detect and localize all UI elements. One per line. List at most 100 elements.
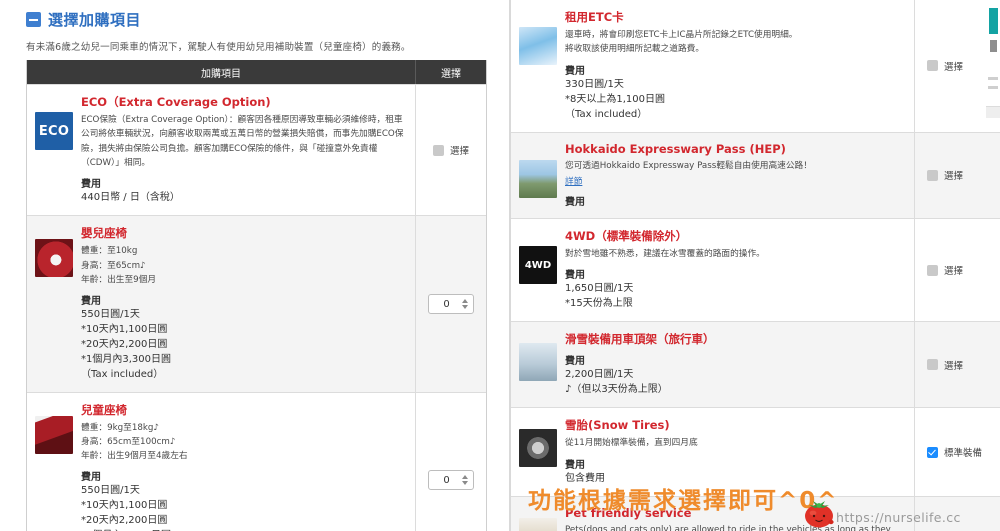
fee-line: *1個月內3,300日圓 xyxy=(81,353,171,365)
etc-card-checkbox[interactable]: 選擇 xyxy=(927,59,963,73)
etc-card-photo xyxy=(519,27,557,65)
row-select-cell: 標準裝備 xyxy=(914,408,1000,496)
panel-note: 有未滿6歲之幼兒一同乘車的情況下，駕駛人有使用幼兒用補助裝置（兒童座椅）的義務。 xyxy=(26,42,411,53)
quantity-value[interactable]: 0 xyxy=(433,299,460,310)
column-header-item: 加購項目 xyxy=(201,68,241,80)
checkbox-icon-checked[interactable] xyxy=(927,446,938,458)
edge-line xyxy=(988,77,998,80)
row-text: 嬰兒座椅 體重：至10kg 身高：至65cm♪ 年齡：出生至9個月 費用 550… xyxy=(81,225,407,381)
fee-line: *15天份為上限 xyxy=(565,298,633,310)
chevron-down-icon[interactable] xyxy=(461,481,468,486)
item-description: 還車時，將會印刷您ETC卡上IC晶片所記錄之ETC使用明細。 xyxy=(565,30,798,40)
fee-label: 費用 xyxy=(565,356,585,368)
item-title: 4WD（標準裝備除外） xyxy=(565,229,688,244)
row-content: Hokkaido Expresswary Pass (HEP) 您可透過Hokk… xyxy=(511,133,914,218)
table-row: ECO ECO（Extra Coverage Option) ECO保險（Ext… xyxy=(27,84,486,216)
fee-line: 440日幣 / 日（含稅） xyxy=(81,192,180,204)
row-text: 兒童座椅 體重：9kg至18kg♪ 身高：65cm至100cm♪ 年齡：出生9個… xyxy=(81,402,407,531)
spec-line: 年齡：出生至9個月 xyxy=(81,274,157,285)
chevron-down-icon[interactable] xyxy=(461,305,468,310)
snow-tires-checkbox[interactable]: 標準裝備 xyxy=(927,445,982,459)
chevron-up-icon[interactable] xyxy=(461,475,468,480)
item-description: 您可透過Hokkaido Expressway Pass輕鬆自由使用高速公路！ xyxy=(565,160,812,171)
fee-line: *8天以上為1,100日圓 xyxy=(565,93,665,105)
checkbox-label: 標準裝備 xyxy=(944,448,983,460)
fee-label: 費用 xyxy=(81,179,101,191)
page-edge-widget xyxy=(986,0,1000,118)
row-text: 雪胎(Snow Tires) 從11月開始標準裝備，直到四月底 費用 包含費用 xyxy=(565,417,906,485)
stepper-arrows[interactable] xyxy=(460,475,469,486)
table-row: 兒童座椅 體重：9kg至18kg♪ 身高：65cm至100cm♪ 年齡：出生9個… xyxy=(27,391,486,531)
fee-label: 費用 xyxy=(565,197,585,209)
minus-icon[interactable] xyxy=(26,12,41,27)
fee-line: （Tax included） xyxy=(565,108,648,120)
table-row: 嬰兒座椅 體重：至10kg 身高：至65cm♪ 年齡：出生至9個月 費用 550… xyxy=(27,215,486,392)
child-seat-quantity-stepper[interactable]: 0 xyxy=(428,470,474,491)
checkbox-label: 選擇 xyxy=(944,171,964,183)
quantity-value[interactable]: 0 xyxy=(433,475,460,486)
checkbox-label: 選擇 xyxy=(449,146,469,158)
fee-line: 550日圓/1天 xyxy=(81,308,140,320)
checkbox-icon[interactable] xyxy=(927,169,938,181)
fee-line: 550日圓/1天 xyxy=(81,485,140,496)
spec-line: 體重：9kg至18kg♪ xyxy=(81,422,159,433)
expressway-photo xyxy=(519,159,557,198)
roof-rack-checkbox[interactable]: 選擇 xyxy=(927,358,963,372)
addon-table: 加購項目 選擇 ECO ECO（Extra Coverage Option) E… xyxy=(26,60,487,531)
fee-line: *20天內2,200日圓 xyxy=(81,515,168,526)
eco-logo-icon: ECO xyxy=(35,112,73,150)
fee-line: （Tax included） xyxy=(81,368,164,380)
fee-line: *20天內2,200日圓 xyxy=(81,338,168,350)
row-text: Hokkaido Expresswary Pass (HEP) 您可透過Hokk… xyxy=(565,142,906,208)
child-seat-photo xyxy=(35,415,73,454)
4wd-logo-icon: 4WD xyxy=(519,246,557,285)
tomato-mascot-icon xyxy=(805,501,834,528)
item-title: 滑雪裝備用車頂架（旅行車） xyxy=(565,332,715,347)
edge-teal-marker[interactable] xyxy=(989,8,998,34)
item-description: 將收取該使用明細所記載之道路費。 xyxy=(565,44,704,55)
infant-seat-photo xyxy=(35,239,73,278)
item-title: 雪胎(Snow Tires) xyxy=(565,418,670,433)
page-title: 選擇加購項目 xyxy=(48,11,142,29)
spec-line: 體重：至10kg xyxy=(81,246,138,257)
4wd-checkbox[interactable]: 選擇 xyxy=(927,263,963,277)
item-title: Hokkaido Expresswary Pass (HEP) xyxy=(565,141,786,156)
handwritten-annotation: 功能根據需求選擇即可^0^ xyxy=(528,488,839,514)
fee-label: 費用 xyxy=(565,65,585,77)
row-select-cell: 選擇 xyxy=(914,219,1000,322)
fee-line: 1,650日圓/1天 xyxy=(565,283,634,295)
eco-checkbox[interactable]: 選擇 xyxy=(432,143,469,158)
row-content: 嬰兒座椅 體重：至10kg 身高：至65cm♪ 年齡：出生至9個月 費用 550… xyxy=(27,216,415,391)
column-header-select: 選擇 xyxy=(415,60,486,84)
row-text: 租用ETC卡 還車時，將會印刷您ETC卡上IC晶片所記錄之ETC使用明細。 將收… xyxy=(565,9,906,122)
infant-seat-quantity-stepper[interactable]: 0 xyxy=(428,294,474,315)
checkbox-label: 選擇 xyxy=(944,61,964,73)
checkbox-icon[interactable] xyxy=(927,359,938,371)
hep-checkbox[interactable]: 選擇 xyxy=(927,168,963,182)
checkbox-icon[interactable] xyxy=(927,264,938,276)
item-description: 對於雪地雖不熟悉，建議在冰雪覆蓋的路面的操作。 xyxy=(565,249,765,260)
roof-rack-photo xyxy=(519,343,557,382)
stepper-arrows[interactable] xyxy=(460,299,469,310)
details-link[interactable]: 詳節 xyxy=(565,174,582,187)
chevron-up-icon[interactable] xyxy=(461,299,468,304)
row-content: 租用ETC卡 還車時，將會印刷您ETC卡上IC晶片所記錄之ETC使用明細。 將收… xyxy=(511,0,914,132)
row-text: 4WD（標準裝備除外） 對於雪地雖不熟悉，建議在冰雪覆蓋的路面的操作。 費用 1… xyxy=(565,228,906,311)
item-title: 嬰兒座椅 xyxy=(81,226,127,241)
table-row: Hokkaido Expresswary Pass (HEP) 您可透過Hokk… xyxy=(511,132,1000,220)
fee-label: 費用 xyxy=(565,459,585,471)
checkbox-icon[interactable] xyxy=(927,60,938,72)
panel-header: 選擇加購項目 xyxy=(0,0,509,30)
item-description: 從11月開始標準裝備，直到四月底 xyxy=(565,438,698,449)
spec-line: 年齡：出生9個月至4歲左右 xyxy=(81,450,188,461)
edge-gray-marker xyxy=(990,40,997,52)
fee-label: 費用 xyxy=(81,295,101,307)
checkbox-label: 選擇 xyxy=(944,360,964,372)
fee-label: 費用 xyxy=(565,270,585,282)
checkbox-icon[interactable] xyxy=(432,144,444,156)
row-select-cell: 選擇 xyxy=(914,132,1000,219)
row-content: 兒童座椅 體重：9kg至18kg♪ 身高：65cm至100cm♪ 年齡：出生9個… xyxy=(27,393,415,531)
table-row: 租用ETC卡 還車時，將會印刷您ETC卡上IC晶片所記錄之ETC使用明細。 將收… xyxy=(511,0,1000,133)
row-text: ECO（Extra Coverage Option) ECO保險（Extra C… xyxy=(81,94,407,205)
fee-line: *10天內1,100日圓 xyxy=(81,323,168,335)
